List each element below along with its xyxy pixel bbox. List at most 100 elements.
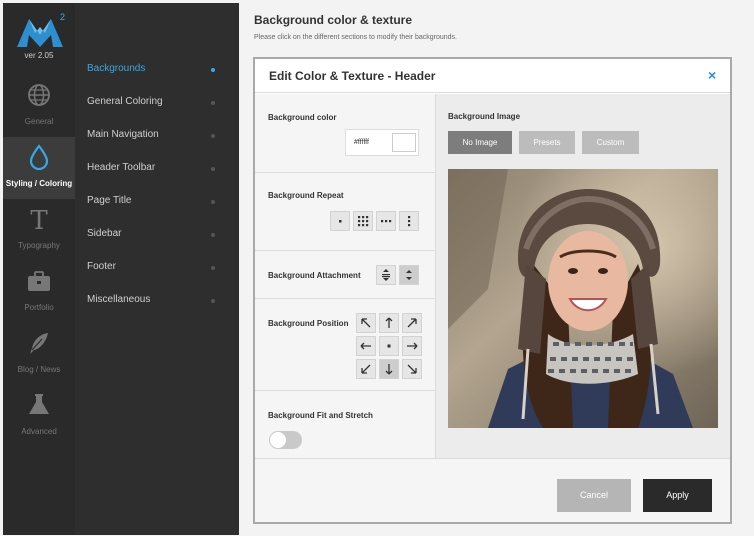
panel-footer: Cancel Apply — [255, 458, 730, 522]
arrow-up-icon — [385, 317, 393, 328]
icon-nav-typography[interactable]: T Typography — [3, 199, 75, 261]
portrait-photo — [448, 169, 718, 428]
presets-button[interactable]: Presets — [519, 131, 575, 154]
position-bottom-left-button[interactable] — [356, 359, 376, 379]
position-top-right-button[interactable] — [402, 313, 422, 333]
sub-nav-item-page-title[interactable]: Page Title — [75, 190, 239, 214]
logo: 2 ver 2.05 — [3, 3, 75, 75]
sub-nav-dot — [211, 299, 215, 303]
attachment-scroll-button[interactable] — [376, 265, 396, 285]
sub-nav-label: Backgrounds — [87, 63, 146, 74]
apply-button[interactable]: Apply — [643, 479, 712, 512]
globe-icon — [28, 84, 50, 106]
sub-nav-item-general-coloring[interactable]: General Coloring — [75, 91, 239, 115]
toggle-knob — [270, 432, 286, 448]
sub-nav-dot — [211, 266, 215, 270]
sub-nav-label: Sidebar — [87, 228, 122, 239]
sub-nav-dot — [211, 134, 215, 138]
sub-nav-dot — [211, 200, 215, 204]
position-top-button[interactable] — [379, 313, 399, 333]
sub-nav-label: Page Title — [87, 195, 132, 206]
icon-nav-styling-coloring[interactable]: Styling / Coloring — [3, 137, 75, 199]
sub-nav-item-header-toolbar[interactable]: Header Toolbar — [75, 157, 239, 181]
sub-nav-label: Main Navigation — [87, 129, 159, 140]
background-repeat-label: Background Repeat — [268, 191, 344, 200]
arrow-down-icon — [385, 364, 393, 375]
sub-nav-item-main-navigation[interactable]: Main Navigation — [75, 124, 239, 148]
position-right-button[interactable] — [402, 336, 422, 356]
sub-navigation: Backgrounds General Coloring Main Naviga… — [75, 3, 239, 535]
arrow-right-icon — [407, 342, 418, 350]
fixed-arrows-icon — [406, 270, 412, 280]
icon-nav-label: Styling / Coloring — [5, 179, 73, 188]
sub-nav-dot — [211, 233, 215, 237]
icon-nav-advanced[interactable]: Advanced — [3, 385, 75, 447]
arrow-down-right-icon — [407, 364, 417, 374]
quill-pen-icon — [30, 333, 48, 354]
sub-nav-item-footer[interactable]: Footer — [75, 256, 239, 280]
fit-stretch-label: Background Fit and Stretch — [268, 411, 373, 420]
droplet-icon — [29, 144, 49, 170]
position-center-button[interactable] — [379, 336, 399, 356]
page-title: Background color & texture — [254, 13, 413, 27]
close-icon[interactable]: × — [708, 67, 716, 83]
dot-grid-icon — [358, 216, 369, 227]
color-picker-field[interactable]: #ffffff — [345, 129, 419, 156]
icon-nav-general[interactable]: General — [3, 75, 75, 137]
repeat-both-button[interactable] — [353, 211, 373, 231]
section-fit-stretch: Background Fit and Stretch — [255, 391, 435, 458]
sub-nav-item-miscellaneous[interactable]: Miscellaneous — [75, 289, 239, 313]
page-subtitle: Please click on the different sections t… — [254, 34, 457, 41]
flask-icon — [29, 394, 49, 414]
center-dot-icon — [387, 344, 391, 348]
attachment-fixed-button[interactable] — [399, 265, 419, 285]
icon-nav-label: Blog / News — [17, 365, 61, 374]
icon-nav-blog-news[interactable]: Blog / News — [3, 323, 75, 385]
sub-nav-item-backgrounds[interactable]: Backgrounds — [75, 58, 239, 82]
dot-row-icon — [381, 220, 392, 223]
position-top-left-button[interactable] — [356, 313, 376, 333]
arrow-up-right-icon — [407, 318, 417, 328]
background-color-label: Background color — [268, 113, 337, 122]
section-background-repeat: Background Repeat — [255, 173, 435, 251]
sub-nav-label: Footer — [87, 261, 116, 272]
background-position-label: Background Position — [268, 319, 349, 328]
logo-superscript: 2 — [60, 12, 66, 22]
arrow-up-left-icon — [361, 318, 371, 328]
panel-header: Edit Color & Texture - Header × — [255, 59, 730, 93]
settings-column: Background color #ffffff Background Repe… — [255, 94, 436, 458]
image-column: Background Image No Image Presets Custom — [436, 94, 730, 458]
cancel-button[interactable]: Cancel — [557, 479, 631, 512]
sub-nav-label: Miscellaneous — [87, 294, 151, 305]
icon-nav-label: General — [24, 117, 54, 126]
icon-nav-label: Advanced — [21, 427, 57, 436]
background-image-preview — [448, 169, 718, 428]
letter-t-icon: T — [30, 206, 48, 232]
custom-button[interactable]: Custom — [582, 131, 639, 154]
color-swatch[interactable] — [392, 133, 416, 152]
icon-nav-portfolio[interactable]: Portfolio — [3, 261, 75, 323]
position-bottom-right-button[interactable] — [402, 359, 422, 379]
no-image-button[interactable]: No Image — [448, 131, 512, 154]
sub-nav-item-sidebar[interactable]: Sidebar — [75, 223, 239, 247]
icon-nav-label: Portfolio — [24, 303, 54, 312]
background-attachment-label: Background Attachment — [268, 271, 361, 280]
icon-nav-label: Typography — [18, 241, 60, 250]
fit-stretch-toggle[interactable] — [269, 431, 302, 449]
position-bottom-button[interactable] — [379, 359, 399, 379]
section-background-position: Background Position — [255, 299, 435, 391]
sub-nav-dot — [211, 68, 215, 72]
sub-nav-dot — [211, 101, 215, 105]
sub-nav-dot — [211, 167, 215, 171]
background-image-label: Background Image — [448, 112, 521, 121]
section-background-attachment: Background Attachment — [255, 251, 435, 299]
logo-mark-icon — [17, 19, 63, 47]
color-hex-value: #ffffff — [354, 139, 369, 146]
scroll-arrows-icon — [382, 269, 390, 281]
repeat-x-button[interactable] — [376, 211, 396, 231]
repeat-none-button[interactable] — [330, 211, 350, 231]
repeat-y-button[interactable] — [399, 211, 419, 231]
single-dot-icon — [339, 220, 342, 223]
position-left-button[interactable] — [356, 336, 376, 356]
section-background-color: Background color #ffffff — [255, 94, 435, 173]
